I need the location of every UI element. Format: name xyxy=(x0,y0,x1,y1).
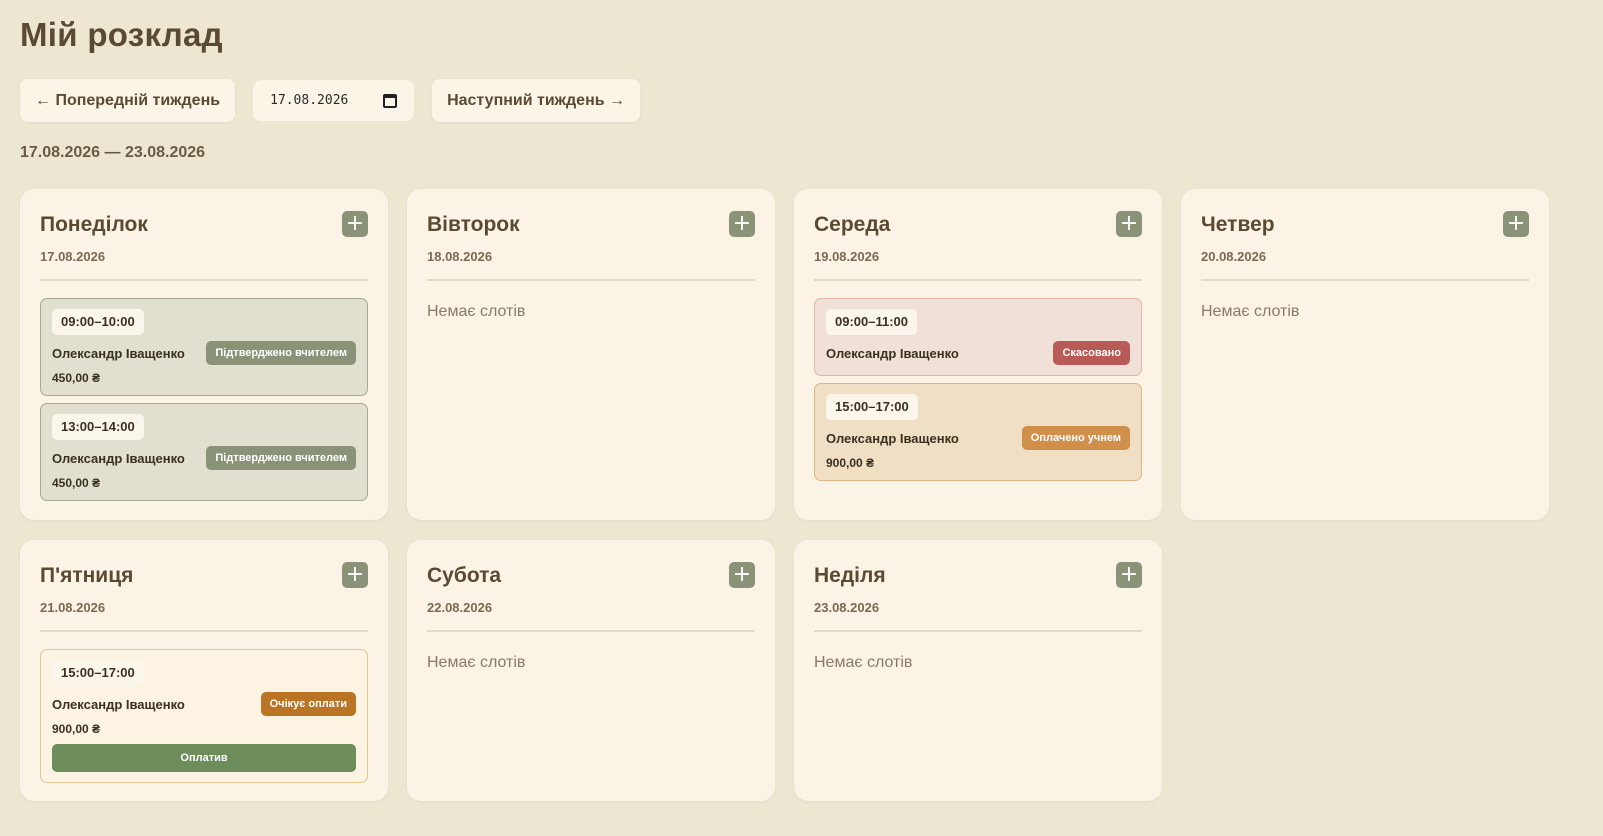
day-card-saturday: Субота 22.08.2026 + Немає слотів xyxy=(407,540,775,801)
slot-student: Олександр Іващенко xyxy=(826,345,959,361)
date-input-value: 17.08.2026 xyxy=(270,93,349,108)
plus-icon[interactable]: + xyxy=(342,562,368,588)
day-card-thursday: Четвер 20.08.2026 + Немає слотів xyxy=(1181,189,1549,520)
slot-item[interactable]: 15:00–17:00 Олександр Іващенко Очікує оп… xyxy=(40,649,368,783)
slot-price: 450,00 ₴ xyxy=(52,476,101,490)
day-card-wednesday: Середа 19.08.2026 + 09:00–11:00 Олександ… xyxy=(794,189,1162,520)
calendar-icon[interactable] xyxy=(383,93,398,108)
plus-icon[interactable]: + xyxy=(729,562,755,588)
day-card-friday: П'ятниця 21.08.2026 + 15:00–17:00 Олекса… xyxy=(20,540,388,801)
slot-list: 09:00–10:00 Олександр Іващенко Підтвердж… xyxy=(40,298,368,508)
divider xyxy=(427,630,755,632)
empty-slots-label: Немає слотів xyxy=(814,654,913,671)
empty-slots-label: Немає слотів xyxy=(427,303,526,320)
day-card-monday: Понеділок 17.08.2026 + 09:00–10:00 Олекс… xyxy=(20,189,388,520)
plus-icon[interactable]: + xyxy=(1116,211,1142,237)
day-title: Субота xyxy=(427,564,502,587)
slot-time: 09:00–11:00 xyxy=(826,309,918,335)
slot-item[interactable]: 09:00–11:00 Олександр Іващенко Скасовано xyxy=(814,298,1142,376)
day-date: 22.08.2026 xyxy=(427,600,493,615)
slot-price: 450,00 ₴ xyxy=(52,371,101,385)
day-card-tuesday: Вівторок 18.08.2026 + Немає слотів xyxy=(407,189,775,520)
plus-icon[interactable]: + xyxy=(342,211,368,237)
slot-student: Олександр Іващенко xyxy=(52,696,185,712)
status-badge: Очікує оплати xyxy=(260,692,356,716)
day-title: Четвер xyxy=(1201,213,1275,236)
slot-item[interactable]: 15:00–17:00 Олександр Іващенко Оплачено … xyxy=(814,383,1142,481)
day-date: 20.08.2026 xyxy=(1201,249,1267,264)
divider xyxy=(814,279,1142,281)
week-toolbar: ← Попередній тиждень 17.08.2026 Наступни… xyxy=(20,79,641,122)
slot-student: Олександр Іващенко xyxy=(826,430,959,446)
slot-price: 900,00 ₴ xyxy=(826,456,875,470)
slot-time: 15:00–17:00 xyxy=(826,394,918,420)
day-title: П'ятниця xyxy=(40,564,134,587)
plus-icon[interactable]: + xyxy=(729,211,755,237)
status-badge: Підтверджено вчителем xyxy=(206,446,356,470)
slot-item[interactable]: 09:00–10:00 Олександр Іващенко Підтвердж… xyxy=(40,298,368,396)
week-date-input[interactable]: 17.08.2026 xyxy=(253,80,415,121)
plus-icon[interactable]: + xyxy=(1116,562,1142,588)
plus-icon[interactable]: + xyxy=(1503,211,1529,237)
slot-student: Олександр Іващенко xyxy=(52,345,185,361)
divider xyxy=(40,279,368,281)
day-date: 18.08.2026 xyxy=(427,249,493,264)
slot-student: Олександр Іващенко xyxy=(52,450,185,466)
slot-time: 09:00–10:00 xyxy=(52,309,144,335)
next-week-button[interactable]: Наступний тиждень → xyxy=(432,79,641,122)
slot-item[interactable]: 13:00–14:00 Олександр Іващенко Підтвердж… xyxy=(40,403,368,501)
slot-time: 13:00–14:00 xyxy=(52,414,144,440)
divider xyxy=(427,279,755,281)
day-date: 21.08.2026 xyxy=(40,600,106,615)
status-badge: Підтверджено вчителем xyxy=(206,341,356,365)
day-title: Понеділок xyxy=(40,213,148,236)
empty-slots-label: Немає слотів xyxy=(1201,303,1300,320)
slot-time: 15:00–17:00 xyxy=(52,660,144,686)
divider xyxy=(814,630,1142,632)
day-title: Середа xyxy=(814,213,891,236)
divider xyxy=(1201,279,1529,281)
slot-list: 15:00–17:00 Олександр Іващенко Очікує оп… xyxy=(40,649,368,790)
day-title: Неділя xyxy=(814,564,886,587)
empty-slots-label: Немає слотів xyxy=(427,654,526,671)
day-date: 17.08.2026 xyxy=(40,249,106,264)
status-badge: Оплачено учнем xyxy=(1021,426,1130,450)
divider xyxy=(40,630,368,632)
prev-week-button[interactable]: ← Попередній тиждень xyxy=(20,79,236,122)
day-date: 19.08.2026 xyxy=(814,249,880,264)
page-title: Мій розклад xyxy=(20,16,223,53)
paid-button[interactable]: Оплатив xyxy=(52,744,356,772)
day-title: Вівторок xyxy=(427,213,520,236)
slot-price: 900,00 ₴ xyxy=(52,722,101,736)
slot-list: 09:00–11:00 Олександр Іващенко Скасовано… xyxy=(814,298,1142,488)
day-card-sunday: Неділя 23.08.2026 + Немає слотів xyxy=(794,540,1162,801)
day-date: 23.08.2026 xyxy=(814,600,880,615)
week-range: 17.08.2026 — 23.08.2026 xyxy=(20,144,206,161)
status-badge: Скасовано xyxy=(1053,341,1130,365)
